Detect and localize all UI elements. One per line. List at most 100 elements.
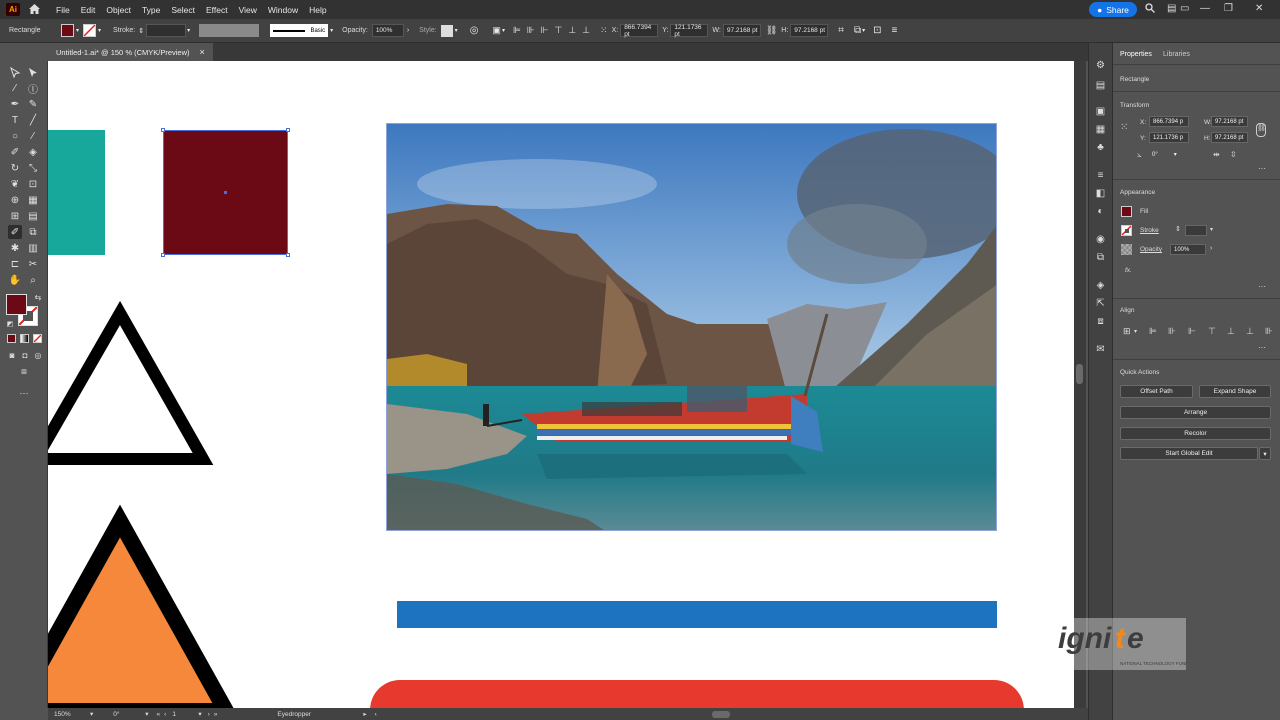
chevron-down-icon[interactable]: ▾	[76, 27, 79, 34]
layout-icon[interactable]: ▤	[1167, 3, 1176, 14]
stroke-label[interactable]: Stroke	[1140, 227, 1159, 234]
chevron-right-icon[interactable]: ›	[1210, 245, 1212, 252]
last-artboard-icon[interactable]: »	[214, 711, 218, 718]
align-icon[interactable]: ▣	[492, 25, 501, 36]
more-options-icon[interactable]: ⋯	[1258, 343, 1266, 352]
chevron-down-icon[interactable]: ▾	[1210, 226, 1213, 233]
align-to-icon[interactable]: ⊞	[1123, 326, 1131, 337]
scale-tool-icon[interactable]: ⤡	[26, 161, 40, 175]
selection-handle[interactable]	[161, 128, 165, 132]
swap-colors-icon[interactable]: ⇆	[31, 290, 45, 304]
expand-shape-button[interactable]: Expand Shape	[1199, 385, 1271, 398]
prev-artboard-icon[interactable]: ‹	[164, 711, 166, 718]
close-window-icon[interactable]: ✕	[1255, 3, 1263, 14]
chevron-down-icon[interactable]: ▾	[862, 27, 865, 34]
recolor-button[interactable]: Recolor	[1120, 427, 1271, 440]
chevron-down-icon[interactable]: ▾	[198, 710, 201, 718]
transparency-panel-icon[interactable]: ◐	[1094, 205, 1107, 218]
selection-handle[interactable]	[286, 128, 290, 132]
transform-icon[interactable]: ⌗	[838, 25, 844, 36]
fill-swatch[interactable]	[1121, 206, 1132, 217]
selected-rectangle[interactable]	[161, 128, 290, 257]
align-top-icon[interactable]: ⊤	[554, 25, 562, 36]
chevron-down-icon[interactable]: ▾	[455, 27, 458, 34]
variable-width-field[interactable]	[199, 24, 260, 37]
restore-icon[interactable]: ❐	[1224, 3, 1233, 14]
column-graph-tool-icon[interactable]: ▥	[26, 241, 40, 255]
horizontal-scroll-thumb[interactable]	[711, 710, 730, 718]
arrange-button[interactable]: Arrange	[1120, 406, 1271, 419]
status-menu-icon[interactable]: ▸	[363, 710, 366, 718]
rotate-tool-icon[interactable]: ↻	[8, 161, 22, 175]
isolate-icon[interactable]: ⊡	[873, 25, 881, 36]
pen-tool-icon[interactable]: ✒	[8, 97, 22, 111]
more-options-icon[interactable]: ⋯	[1258, 164, 1266, 173]
export-panel-icon[interactable]: ⇱	[1094, 297, 1107, 310]
line-segment-tool-icon[interactable]: ╱	[26, 113, 40, 127]
link-icon[interactable]: ⛓	[766, 25, 777, 36]
close-tab-icon[interactable]: ×	[200, 47, 205, 57]
height-field[interactable]: 97.2168 pt	[790, 24, 829, 37]
magic-wand-tool-icon[interactable]: ⁄	[8, 81, 22, 95]
chevron-down-icon[interactable]: ▾	[90, 710, 93, 718]
chevron-down-icon[interactable]: ▾	[1174, 151, 1177, 158]
selection-handle[interactable]	[286, 253, 290, 257]
chevron-down-icon[interactable]: ▾	[145, 710, 148, 718]
align-top-icon[interactable]: ⊤	[1208, 326, 1216, 337]
menu-window[interactable]: Window	[268, 5, 298, 15]
chevron-down-icon[interactable]: ▾	[187, 27, 190, 34]
gradient-mode-icon[interactable]	[20, 334, 29, 343]
chevron-right-icon[interactable]: ›	[407, 27, 409, 34]
gradient-tool-icon[interactable]: ▤	[26, 209, 40, 223]
stepper-icon[interactable]: ⇕	[1175, 225, 1181, 233]
stepper-icon[interactable]: ⇕	[138, 27, 144, 35]
chevron-down-icon[interactable]: ▾	[98, 27, 101, 34]
curvature-tool-icon[interactable]: ✎	[26, 97, 40, 111]
arrange-icon[interactable]: ⧉	[854, 25, 861, 36]
constrain-link-icon[interactable]: ⛓	[1256, 123, 1266, 137]
chevron-down-icon[interactable]: ▾	[330, 27, 333, 34]
distribute-icon[interactable]: ⊪	[1265, 326, 1273, 337]
panel-menu-icon[interactable]: ≡	[891, 25, 897, 36]
screen-mode-icon[interactable]: ⧈	[17, 364, 31, 378]
stroke-weight-field[interactable]	[146, 24, 187, 37]
artboards-panel-icon[interactable]: ⧈	[1094, 315, 1107, 328]
scroll-thumb[interactable]	[1076, 364, 1083, 384]
reference-point-icon[interactable]: ⁙	[600, 25, 608, 36]
lasso-tool-icon[interactable]: ⓛ	[26, 81, 40, 96]
zoom-tool-icon[interactable]: ⌕	[26, 273, 40, 287]
height-field[interactable]: 97.2168 pt	[1211, 132, 1248, 143]
canvas[interactable]	[48, 61, 1074, 708]
color-mode-icon[interactable]	[7, 334, 16, 343]
y-field[interactable]: 121.1736 p	[1149, 132, 1189, 143]
menu-file[interactable]: File	[56, 5, 70, 15]
type-tool-icon[interactable]: T	[8, 113, 22, 127]
stroke-swatch[interactable]	[83, 24, 97, 37]
search-icon[interactable]	[1145, 3, 1155, 16]
align-bottom-icon[interactable]: ⊥	[1246, 326, 1254, 337]
opacity-field[interactable]: 100%	[371, 24, 404, 37]
fill-swatch[interactable]	[61, 24, 74, 37]
flip-vertical-icon[interactable]: ⇳	[1230, 150, 1237, 159]
opacity-field[interactable]: 100%	[1170, 244, 1206, 255]
opacity-label[interactable]: Opacity	[1140, 246, 1162, 253]
stroke-swatch[interactable]	[1121, 225, 1132, 236]
fill-color-box[interactable]	[6, 294, 27, 315]
more-options-icon[interactable]: ⋯	[1258, 282, 1266, 291]
orange-triangle[interactable]	[48, 501, 248, 708]
paintbrush-tool-icon[interactable]: ⁄	[26, 129, 40, 143]
align-right-icon[interactable]: ⊩	[541, 25, 549, 36]
eyedropper-tool-icon[interactable]: ✐	[8, 225, 22, 239]
menu-effect[interactable]: Effect	[206, 5, 228, 15]
draw-normal-icon[interactable]: ◙	[5, 348, 19, 362]
y-field[interactable]: 121.1736 pt	[670, 24, 709, 38]
align-center-icon[interactable]: ⊪	[527, 25, 535, 36]
teal-rectangle[interactable]	[48, 130, 105, 255]
blend-tool-icon[interactable]: ⧉	[26, 225, 40, 239]
outlined-triangle[interactable]	[48, 301, 218, 471]
next-artboard-icon[interactable]: ›	[208, 711, 210, 718]
shaper-tool-icon[interactable]: ✐	[8, 145, 22, 159]
brushes-panel-icon[interactable]: ♣	[1094, 141, 1107, 154]
align-left-icon[interactable]: ⊫	[1149, 326, 1157, 337]
share-button[interactable]: ● Share	[1089, 2, 1137, 17]
